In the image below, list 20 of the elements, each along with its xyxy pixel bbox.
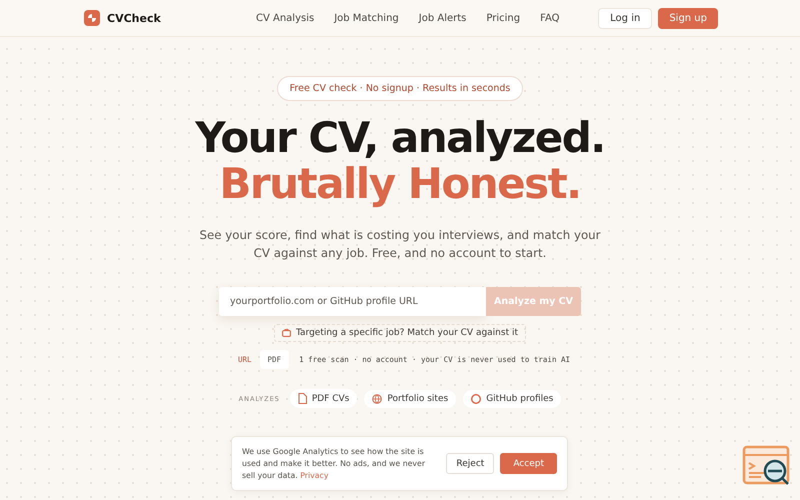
reject-button[interactable]: Reject bbox=[446, 453, 494, 474]
headline-accent: Brutally Honest. bbox=[219, 160, 581, 208]
logo-icon bbox=[84, 10, 100, 26]
login-button[interactable]: Log in bbox=[598, 8, 652, 28]
subtitle: See your score, find what is costing you interviews, and match your CV against any job. Free, and no account to start. bbox=[198, 227, 602, 262]
headline: Your CV, analyzed. bbox=[195, 114, 605, 162]
nav-link[interactable]: Job Matching bbox=[334, 12, 399, 24]
nav-link[interactable]: FAQ bbox=[540, 12, 560, 24]
nav-link[interactable]: Job Alerts bbox=[418, 12, 466, 24]
document-icon bbox=[298, 393, 307, 404]
feature-chip: Portfolio sites bbox=[364, 390, 456, 408]
feature-chip: GitHub profiles bbox=[463, 390, 562, 408]
announcement-badge: Free CV check · No signup · Results in seconds bbox=[276, 76, 524, 101]
job-match-link[interactable]: Targeting a specific job? Match your CV against it bbox=[274, 324, 526, 342]
globe-icon bbox=[372, 394, 382, 404]
nav-link[interactable]: CV Analysis bbox=[256, 12, 314, 24]
feature-chip: PDF CVs bbox=[290, 389, 358, 408]
nav-link[interactable]: Pricing bbox=[486, 12, 520, 24]
brand-name[interactable]: CVCheck bbox=[107, 12, 161, 24]
briefcase-icon bbox=[282, 329, 291, 337]
